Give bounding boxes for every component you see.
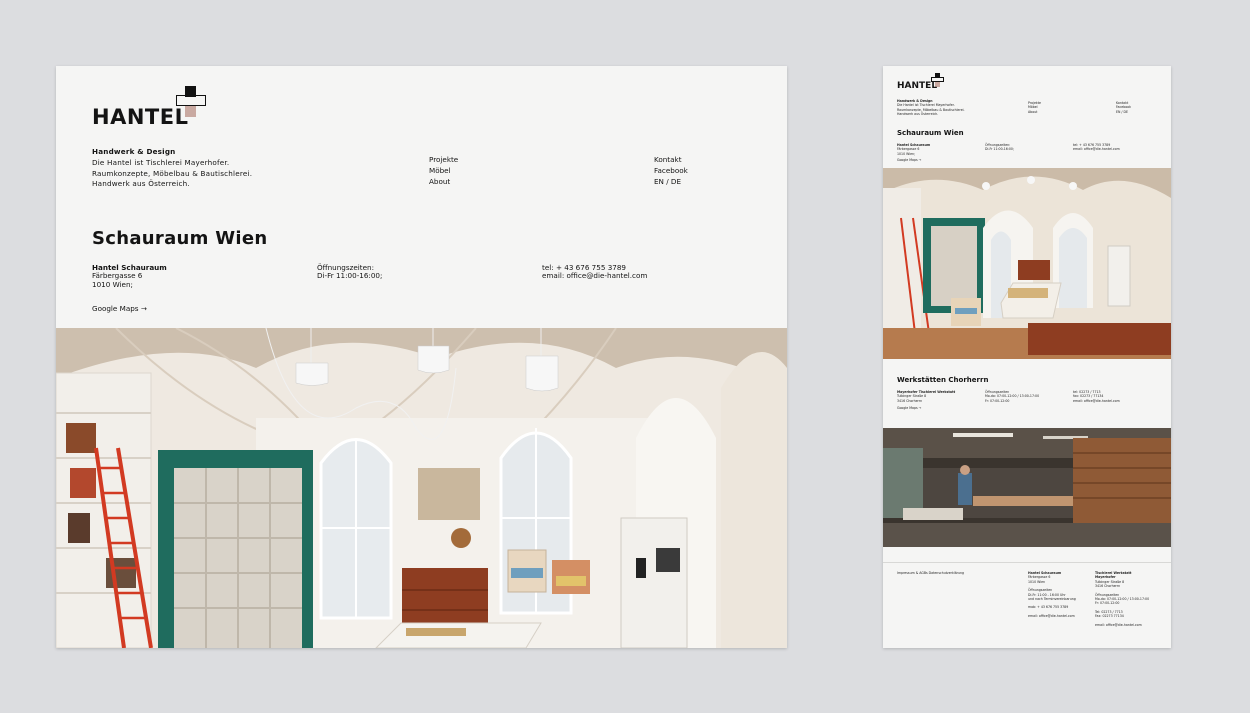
email-link[interactable]: email: office@die-hantel.com	[542, 271, 647, 280]
intro-line: Handwerk aus Österreich.	[897, 112, 939, 117]
address-city: 1010 Wien;	[92, 279, 133, 289]
workshop-contact-small: tel: 02273 / 7713 fax: 02273 / 77134 ema…	[1073, 390, 1120, 403]
footer-hours: und nach Terminvereinbarung	[1028, 597, 1076, 602]
email-link[interactable]: email: office@die-hantel.com	[1073, 399, 1120, 403]
full-page-preview: HANTEL Handwerk & Design Die Hantel ist …	[883, 66, 1171, 648]
showroom-photo	[56, 328, 787, 648]
intro-heading: Handwerk & Design	[92, 147, 176, 156]
nav-link-about[interactable]: About	[429, 177, 458, 188]
footer-email[interactable]: email: office@die-hantel.com	[1095, 623, 1149, 627]
logo-wordmark: HANTEL	[897, 81, 938, 91]
email-link[interactable]: email: office@die-hantel.com	[1073, 147, 1120, 151]
section-title-workshop: Werkstätten Chorherrn	[897, 376, 989, 384]
showroom-hours-small: Öffnungszeiten: Di-Fr 11:00-16:00;	[985, 143, 1014, 152]
main-nav: Projekte Möbel About	[429, 155, 458, 187]
address-city: 1010 Wien;	[897, 151, 916, 156]
address-block: Hantel Schauraum Färbergasse 6 1010 Wien…	[92, 263, 167, 289]
secondary-nav: Kontakt Facebook EN / DE	[654, 155, 688, 187]
hours-value: Fr: 07:00-12:00	[985, 398, 1010, 403]
intro-line: Die Hantel ist Tischlerei Mayerhofer.	[92, 157, 230, 167]
hours-value: Di-Fr 11:00-16:00;	[985, 147, 1015, 152]
showroom-photo-small	[883, 168, 1171, 359]
intro-line: Handwerk aus Österreich.	[92, 179, 190, 189]
contact-block: tel: + 43 676 755 3789 email: office@die…	[542, 263, 647, 281]
hantel-logo-small[interactable]: HANTEL	[897, 73, 947, 91]
footer-address-city: 1010 Wien	[1028, 579, 1046, 584]
logo-wordmark: HANTEL	[92, 105, 189, 129]
google-maps-link-small[interactable]: Google Maps →	[897, 406, 921, 410]
footer-fax: Fax: 02273 77134	[1095, 614, 1124, 619]
nav-link-facebook[interactable]: Facebook	[654, 166, 688, 177]
hours-value: Di-Fr 11:00-16:00;	[317, 271, 383, 281]
intro-text: Handwerk & Design Die Hantel ist Tischle…	[92, 147, 252, 190]
nav-link-projekte[interactable]: Projekte	[429, 155, 458, 166]
workshop-photo	[883, 428, 1171, 547]
language-switch[interactable]: EN / DE	[1116, 110, 1131, 114]
nav-link-about[interactable]: About	[1028, 110, 1041, 114]
footer-legal-links[interactable]: Impressum & AGBs Datenschutzerklärung	[897, 571, 964, 575]
footer-address-city: 3416 Chorherrn	[1095, 584, 1121, 589]
footer-email[interactable]: email: office@die-hantel.com	[1028, 614, 1076, 618]
google-maps-link[interactable]: Google Maps →	[92, 304, 147, 313]
section-title-showroom: Schauraum Wien	[897, 129, 964, 137]
showroom-contact-small: tel: + 43 676 755 3789 email: office@die…	[1073, 143, 1120, 152]
footer-phone[interactable]: mob: + 43 676 755 3789	[1028, 605, 1076, 609]
footer-workshop-contact: Tischlerei Werkstatt Mayerhofer Tulbinge…	[1095, 571, 1149, 627]
intro-line: Raumkonzepte, Möbelbau & Bautischlerei.	[92, 168, 253, 178]
hantel-logo[interactable]: HANTEL	[92, 86, 212, 128]
showroom-address-small: Hantel Schauraum Färbergasse 6 1010 Wien…	[897, 143, 930, 156]
footer-showroom-contact: Hantel Schauraum Färbergasse 6 1010 Wien…	[1028, 571, 1076, 618]
desktop-page-preview: HANTEL Handwerk & Design Die Hantel ist …	[56, 66, 787, 648]
footer-hours: Fr: 07:00-12:00	[1095, 601, 1120, 606]
language-switch[interactable]: EN / DE	[654, 177, 688, 188]
main-nav-small: Projekte Möbel About	[1028, 101, 1041, 114]
workshop-address-small: Mayerhofer Tischlerei Werkstatt Tulbinge…	[897, 390, 955, 403]
secondary-nav-small: Kontakt Facebook EN / DE	[1116, 101, 1131, 114]
workshop-hours-small: Öffnungszeiten Mo-do: 07:00-12:00 / 13:0…	[985, 390, 1039, 403]
nav-link-kontakt[interactable]: Kontakt	[654, 155, 688, 166]
footer-divider	[883, 562, 1171, 563]
google-maps-link-small[interactable]: Google Maps →	[897, 158, 921, 162]
address-city: 3416 Chorherrn	[897, 398, 923, 403]
nav-link-moebel[interactable]: Möbel	[429, 166, 458, 177]
page-title: Schauraum Wien	[92, 228, 268, 249]
intro-text-small: Handwerk & Design Die Hantel ist Tischle…	[897, 99, 965, 117]
opening-hours-block: Öffnungszeiten: Di-Fr 11:00-16:00;	[317, 263, 383, 281]
